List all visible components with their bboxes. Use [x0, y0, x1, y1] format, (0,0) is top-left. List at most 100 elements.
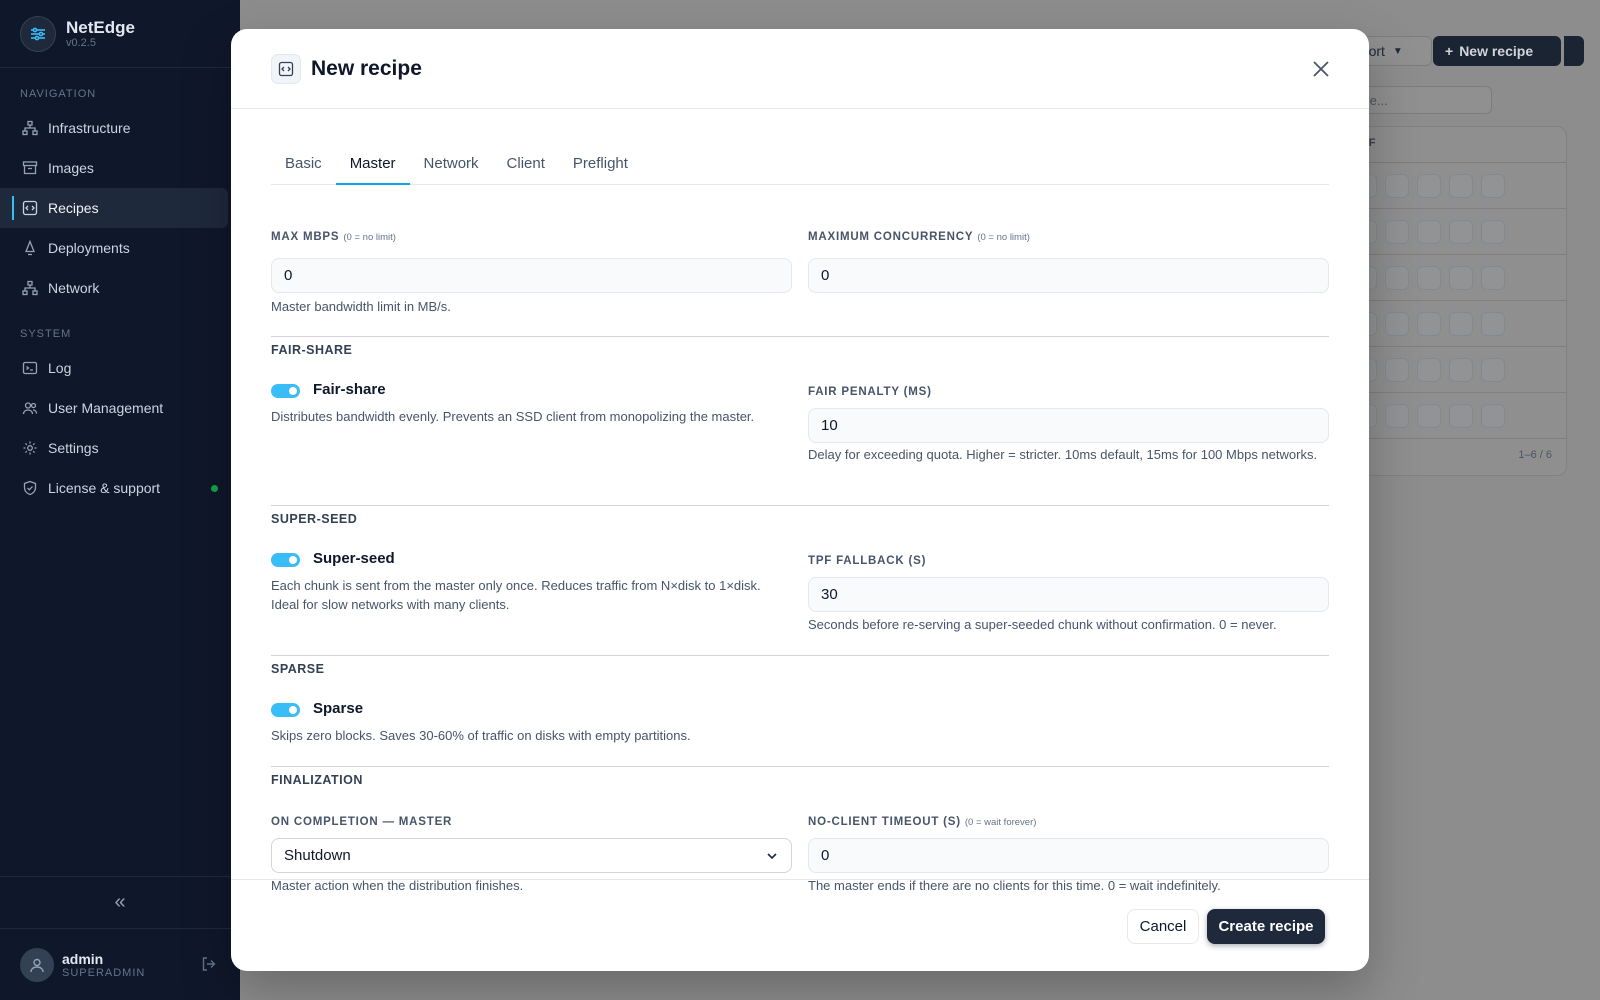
- tpf-fallback-input[interactable]: [808, 577, 1329, 612]
- sidebar-item-deployments[interactable]: Deployments: [0, 228, 228, 268]
- double-chevron-left-icon: «: [114, 891, 126, 913]
- tab-basic[interactable]: Basic: [271, 145, 336, 185]
- app-version: v0.2.5: [66, 36, 96, 49]
- max-concurrency-label: MAXIMUM CONCURRENCY (0 = no limit): [808, 231, 1030, 243]
- table-row[interactable]: [1341, 393, 1566, 439]
- table-row[interactable]: [1341, 163, 1566, 209]
- fair-penalty-label: FAIR PENALTY (MS): [808, 386, 932, 398]
- table-header-diff: DIFF: [1341, 127, 1566, 163]
- user-role: SUPERADMIN: [62, 966, 146, 979]
- max-concurrency-input[interactable]: [808, 258, 1329, 293]
- users-icon: [22, 400, 38, 416]
- sidebar-item-license-support[interactable]: License & support: [0, 468, 228, 508]
- dialog-body: Basic Master Network Client Preflight MA…: [271, 109, 1329, 909]
- sparse-toggle[interactable]: [271, 703, 300, 717]
- user-name: admin: [62, 950, 104, 967]
- tab-client[interactable]: Client: [493, 145, 559, 185]
- close-dialog-button[interactable]: [1309, 57, 1333, 81]
- sidebar-item-network[interactable]: Network: [0, 268, 228, 308]
- collapse-sidebar-button[interactable]: «: [0, 876, 240, 928]
- sparse-section-title: SPARSE: [271, 662, 325, 676]
- fair-share-toggle[interactable]: [271, 384, 300, 398]
- sidebar-item-label: Settings: [48, 440, 99, 456]
- nav-section-title: NAVIGATION: [20, 88, 97, 100]
- sidebar-item-user-management[interactable]: User Management: [0, 388, 228, 428]
- dialog-footer: Cancel Create recipe: [231, 879, 1369, 971]
- no-client-timeout-label: NO-CLIENT TIMEOUT (S) (0 = wait forever): [808, 816, 1037, 828]
- new-recipe-menu-button[interactable]: [1564, 36, 1584, 66]
- sidebar-item-label: Images: [48, 160, 94, 176]
- max-mbps-input[interactable]: [271, 258, 792, 293]
- new-recipe-dialog: New recipe Basic Master Network Client P…: [231, 29, 1369, 971]
- new-recipe-button[interactable]: + New recipe: [1433, 36, 1561, 66]
- brand: NetEdge v0.2.5: [0, 0, 240, 68]
- network-icon: [22, 280, 38, 296]
- super-seed-toggle[interactable]: [271, 553, 300, 567]
- table-row[interactable]: [1341, 255, 1566, 301]
- table-row[interactable]: [1341, 209, 1566, 255]
- tpf-fallback-help: Seconds before re-serving a super-seeded…: [808, 617, 1277, 632]
- dialog-header: New recipe: [231, 29, 1369, 109]
- netedge-logo-icon: [20, 15, 56, 52]
- finalization-section-title: FINALIZATION: [271, 773, 363, 787]
- recipe-icon: [271, 53, 301, 84]
- super-seed-help: Each chunk is sent from the master only …: [271, 578, 761, 612]
- section-divider: [271, 766, 1329, 767]
- system-section-title: SYSTEM: [20, 328, 72, 340]
- cancel-button[interactable]: Cancel: [1127, 909, 1199, 944]
- avatar[interactable]: [20, 947, 54, 982]
- sidebar-item-label: Deployments: [48, 240, 130, 256]
- sidebar-item-label: Infrastructure: [48, 120, 131, 136]
- create-recipe-button[interactable]: Create recipe: [1207, 909, 1325, 944]
- sidebar-item-log[interactable]: Log: [0, 348, 228, 388]
- sparse-toggle-label: Sparse: [313, 700, 364, 717]
- fair-share-section-title: FAIR-SHARE: [271, 343, 353, 357]
- sparse-help: Skips zero blocks. Saves 30-60% of traff…: [271, 728, 691, 743]
- on-completion-label: ON COMPLETION — MASTER: [271, 816, 453, 828]
- user-panel: admin SUPERADMIN: [0, 928, 240, 1000]
- recipes-table: DIFF 1–6 / 6: [1340, 126, 1567, 476]
- new-recipe-label: New recipe: [1459, 43, 1534, 59]
- recipe-tabs: Basic Master Network Client Preflight: [271, 145, 1329, 185]
- app-name: NetEdge: [66, 17, 135, 37]
- max-mbps-help: Master bandwidth limit in MB/s.: [271, 299, 451, 314]
- section-divider: [271, 336, 1329, 337]
- on-completion-select[interactable]: Shutdown: [271, 838, 792, 873]
- sidebar-item-images[interactable]: Images: [0, 148, 228, 188]
- gear-icon: [22, 440, 38, 456]
- caret-down-icon: ▼: [1392, 45, 1403, 57]
- sidebar-item-infrastructure[interactable]: Infrastructure: [0, 108, 228, 148]
- tab-network[interactable]: Network: [410, 145, 493, 185]
- super-seed-section-title: SUPER-SEED: [271, 512, 358, 526]
- no-client-timeout-input[interactable]: [808, 838, 1329, 873]
- table-row[interactable]: [1341, 347, 1566, 393]
- chevron-down-icon: [767, 853, 777, 860]
- section-divider: [271, 505, 1329, 506]
- plus-icon: +: [1445, 43, 1454, 59]
- tab-master[interactable]: Master: [335, 145, 410, 185]
- tab-preflight[interactable]: Preflight: [559, 145, 642, 185]
- recipe-icon: [22, 200, 38, 216]
- sidebar-item-settings[interactable]: Settings: [0, 428, 228, 468]
- pagination-info: 1–6 / 6: [1518, 449, 1552, 461]
- sidebar-item-label: License & support: [48, 480, 161, 496]
- fair-penalty-input[interactable]: [808, 408, 1329, 443]
- logout-icon[interactable]: [200, 955, 218, 978]
- shield-icon: [22, 480, 38, 496]
- fair-share-help: Distributes bandwidth evenly. Prevents a…: [271, 409, 755, 424]
- rocket-icon: [22, 240, 38, 256]
- sidebar-item-recipes[interactable]: Recipes: [0, 188, 228, 228]
- tpf-fallback-label: TPF FALLBACK (S): [808, 555, 927, 567]
- on-completion-value: Shutdown: [284, 847, 351, 864]
- section-divider: [271, 655, 1329, 656]
- sidebar-item-label: Recipes: [48, 200, 99, 216]
- hierarchy-icon: [22, 120, 38, 136]
- fair-penalty-help: Delay for exceeding quota. Higher = stri…: [808, 447, 1318, 462]
- super-seed-toggle-label: Super-seed: [313, 550, 395, 567]
- fair-share-toggle-label: Fair-share: [313, 381, 386, 398]
- sidebar: NetEdge v0.2.5 NAVIGATION Infrastructure…: [0, 0, 240, 1000]
- max-mbps-label: MAX MBPS (0 = no limit): [271, 231, 396, 243]
- table-row[interactable]: [1341, 301, 1566, 347]
- dialog-title: New recipe: [311, 56, 422, 80]
- terminal-icon: [22, 360, 38, 376]
